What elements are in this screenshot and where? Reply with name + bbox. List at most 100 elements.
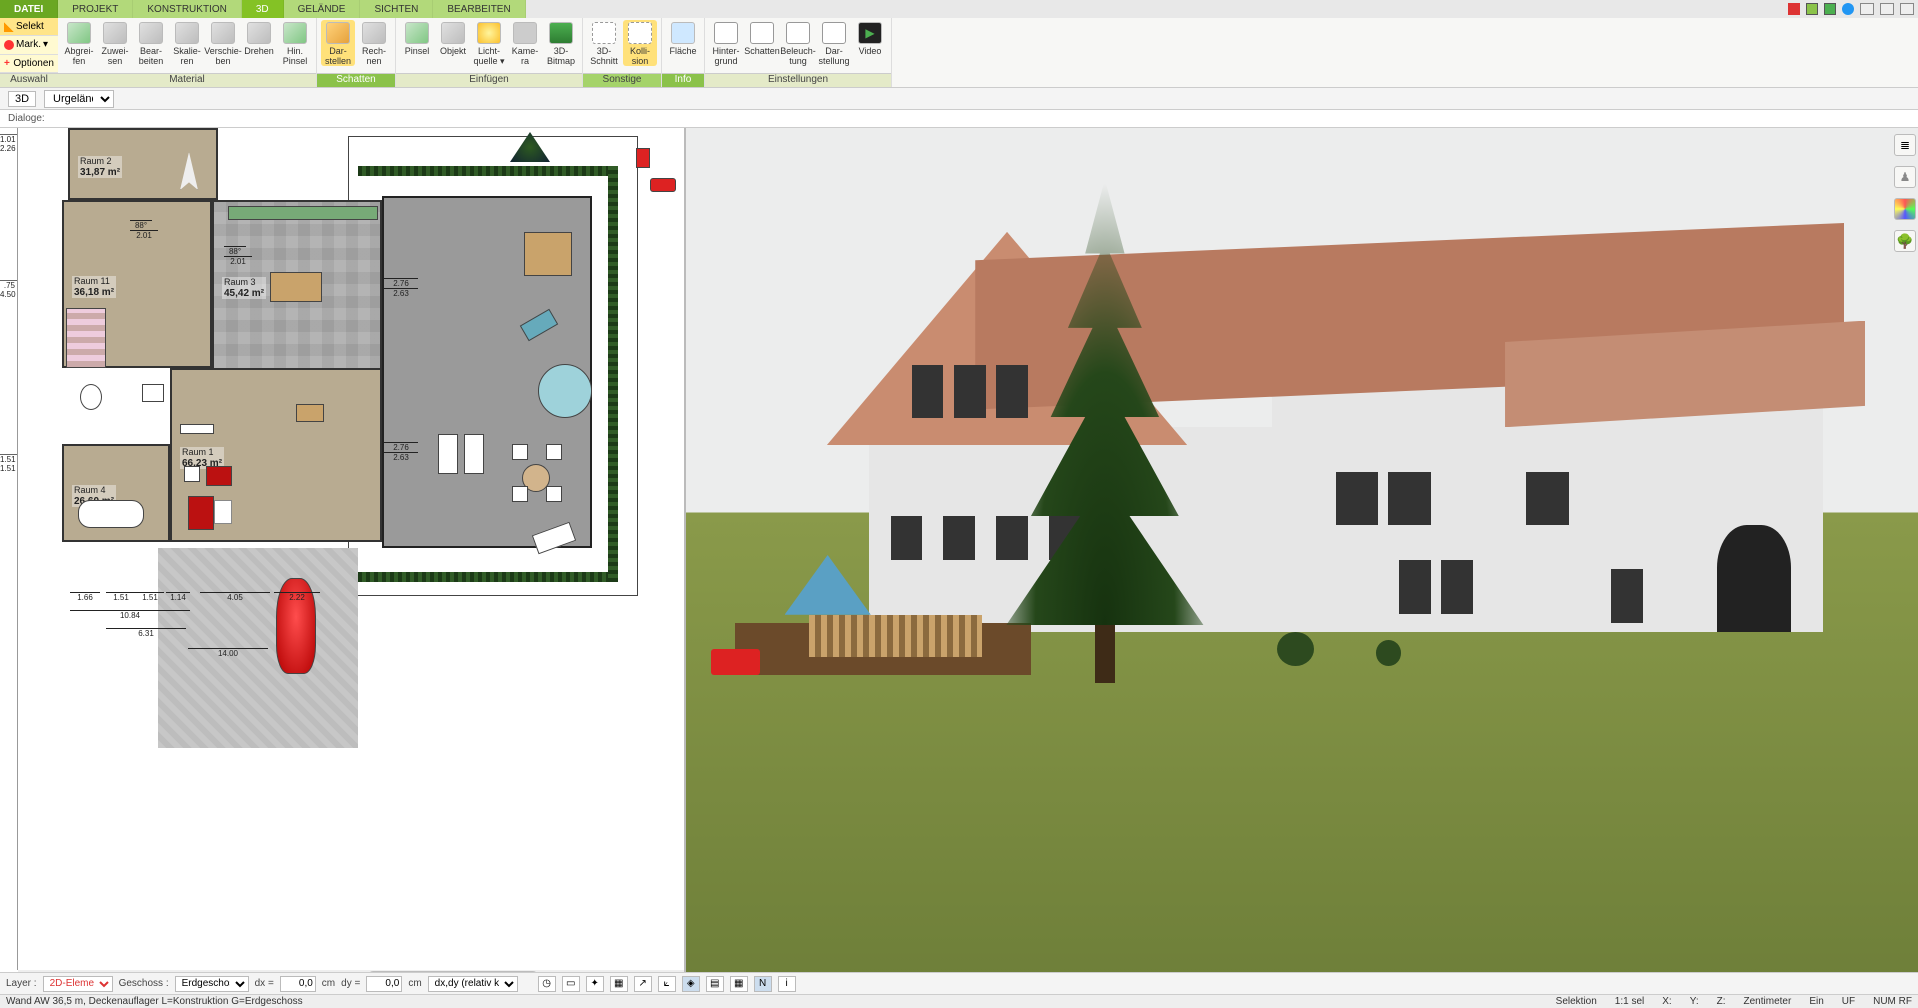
verschieben-icon [211, 22, 235, 44]
screen-icon[interactable]: ▭ [562, 976, 580, 992]
rechnen-icon [362, 22, 386, 44]
dx-input[interactable] [280, 976, 316, 992]
options-button[interactable]: +Optionen [0, 55, 58, 73]
close-button[interactable] [1900, 3, 1914, 15]
dy-input[interactable] [366, 976, 402, 992]
edit-icon[interactable] [1788, 3, 1800, 15]
stairs [66, 308, 106, 368]
room-label-r11: Raum 1136,18 m² [72, 276, 116, 298]
tool-drehen[interactable]: Drehen [242, 20, 276, 56]
menu-tab-konstruktion[interactable]: KONSTRUKTION [133, 0, 241, 18]
lounger-2 [464, 434, 484, 474]
drehen-label: Drehen [244, 46, 274, 56]
layer-select[interactable]: 2D-Elemen [43, 976, 113, 992]
room-r2[interactable]: Raum 231,87 m² [68, 128, 218, 200]
tool-kamera[interactable]: Kame- ra [508, 20, 542, 66]
menu-tab-datei[interactable]: DATEI [0, 0, 58, 18]
maximize-button[interactable] [1880, 3, 1894, 15]
select-button[interactable]: Selekt [0, 18, 58, 36]
tool-hinpinsel[interactable]: Hin. Pinsel [278, 20, 312, 66]
menu-tab-projekt[interactable]: PROJEKT [58, 0, 133, 18]
window-icon-2[interactable] [1824, 3, 1836, 15]
status-x: X: [1662, 996, 1671, 1007]
patio-chair-2 [546, 444, 562, 460]
menu-tab-sichten[interactable]: SICHTEN [360, 0, 433, 18]
ruler-tick: 1.012.26 [0, 134, 17, 153]
skalieren-icon [175, 22, 199, 44]
dimension-label: 14.00 [188, 648, 268, 658]
snap2-icon[interactable]: ▦ [610, 976, 628, 992]
grid2-icon[interactable]: ▦ [730, 976, 748, 992]
dimension-label: 4.05 [200, 592, 270, 602]
ortho-icon[interactable]: ↗ [634, 976, 652, 992]
tool-bearbeiten[interactable]: Bear- beiten [134, 20, 168, 66]
menu-tab-bearbeiten[interactable]: BEARBEITEN [433, 0, 525, 18]
angle-icon[interactable]: ⟀ [658, 976, 676, 992]
dx-unit: cm [322, 978, 335, 989]
n-toggle[interactable]: N [754, 976, 772, 992]
tool-skalieren[interactable]: Skalie- ren [170, 20, 204, 66]
hydrant-icon [636, 148, 650, 168]
mark-button[interactable]: Mark.▾ [0, 36, 58, 54]
hatch-icon[interactable]: ▤ [706, 976, 724, 992]
pallet-lounge [524, 232, 572, 276]
house-3d [785, 196, 1845, 640]
help-icon[interactable] [1842, 3, 1854, 15]
kamera-icon [513, 22, 537, 44]
info-icon[interactable]: i [778, 976, 796, 992]
status-z: Z: [1717, 996, 1726, 1007]
dimension-label: 2.76 [384, 278, 418, 288]
shrub-1 [1277, 632, 1314, 666]
hinpinsel-label: Hin. Pinsel [283, 46, 308, 66]
tool-zuweisen[interactable]: Zuwei- sen [98, 20, 132, 66]
tool-verschieben[interactable]: Verschie- ben [206, 20, 240, 66]
tool-3dschnitt[interactable]: 3D- Schnitt [587, 20, 621, 66]
furniture-icon[interactable] [1894, 166, 1916, 188]
ribbon-group-info: FlächeInfo [662, 18, 705, 87]
layers-icon[interactable] [1894, 134, 1916, 156]
tool-pinsel[interactable]: Pinsel [400, 20, 434, 56]
tool-abgreifen[interactable]: Abgrei- fen [62, 20, 96, 66]
dining-table [270, 272, 322, 302]
tool-hintergrund[interactable]: Hinter- grund [709, 20, 743, 66]
kollision-icon [628, 22, 652, 44]
tool-rechnen[interactable]: Rech- nen [357, 20, 391, 66]
bearbeiten-label: Bear- beiten [139, 46, 164, 66]
grid-icon[interactable]: ◈ [682, 976, 700, 992]
tool-objekt[interactable]: Objekt [436, 20, 470, 56]
sofa-1 [206, 466, 232, 486]
schatten-icon [750, 22, 774, 44]
lichtquelle-icon [477, 22, 501, 44]
ribbon-group-einfügen: PinselObjektLicht- quelle ▾Kame- ra3D- B… [396, 18, 583, 87]
menu-tab-gelaende[interactable]: GELÄNDE [284, 0, 361, 18]
tool-kollision[interactable]: Kolli- sion [623, 20, 657, 66]
minimize-button[interactable] [1860, 3, 1874, 15]
coord-mode-select[interactable]: dx,dy (relativ ka [428, 976, 518, 992]
tool-flaeche[interactable]: Fläche [666, 20, 700, 56]
darstellen-icon [326, 22, 350, 44]
view3d-pane[interactable] [686, 128, 1918, 982]
geschoss-select[interactable]: Erdgeschos [175, 976, 249, 992]
tool-darstellen[interactable]: Dar- stellen [321, 20, 355, 66]
menu-tab-3d[interactable]: 3D [242, 0, 284, 18]
dy-unit: cm [408, 978, 421, 989]
plan-canvas[interactable]: Raum 231,87 m²Raum 1136,18 m²Raum 345,42… [18, 128, 684, 970]
plan-pane[interactable]: 1.012.26.754.501.511.51 Raum 231,87 m²Ra… [0, 128, 686, 982]
tool-3dbitmap[interactable]: 3D- Bitmap [544, 20, 578, 66]
tool-video[interactable]: ▶Video [853, 20, 887, 56]
view-select[interactable]: Urgelände [44, 90, 114, 108]
titlebar-icons [1788, 0, 1918, 18]
tool-lichtquelle[interactable]: Licht- quelle ▾ [472, 20, 506, 66]
dialogs-bar: Dialoge: [0, 110, 1918, 128]
tool-beleuchtung[interactable]: Beleuch- tung [781, 20, 815, 66]
window-icon-1[interactable] [1806, 3, 1818, 15]
snap1-icon[interactable]: ✦ [586, 976, 604, 992]
palette-icon[interactable] [1894, 198, 1916, 220]
kollision-label: Kolli- sion [630, 46, 650, 66]
plants-icon[interactable] [1894, 230, 1916, 252]
clock-icon[interactable]: ◷ [538, 976, 556, 992]
tool-schatten[interactable]: Schatten [745, 20, 779, 56]
toilet [80, 384, 102, 410]
tool-darstellung[interactable]: Dar- stellung [817, 20, 851, 66]
dimension-label: 1.66 [70, 592, 100, 602]
